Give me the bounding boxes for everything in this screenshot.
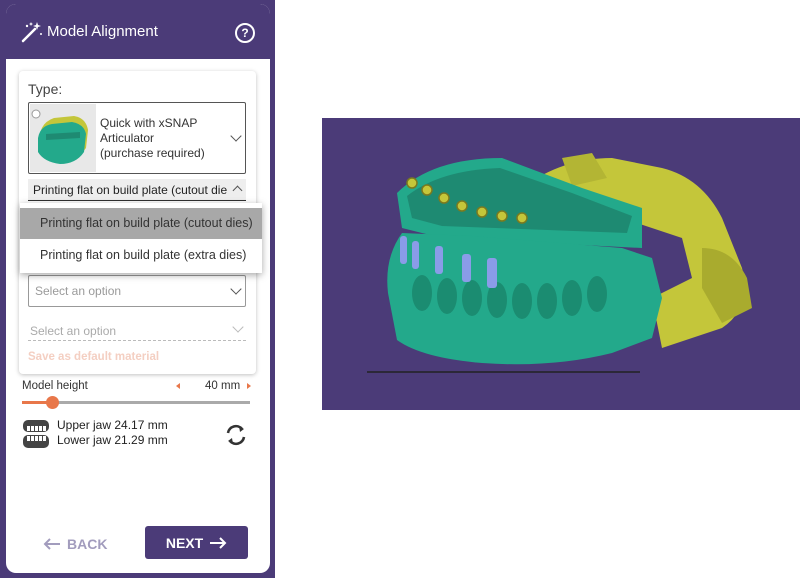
magic-wand-icon [21, 22, 42, 43]
decrease-height-icon[interactable] [176, 383, 180, 389]
articulator-thumbnail [30, 104, 96, 172]
method-select-value: Printing flat on build plate (cutout die… [33, 183, 227, 197]
jaw-info: Upper jaw 24.17 mm Lower jaw 21.29 mm [57, 418, 168, 448]
chevron-down-icon [232, 321, 244, 333]
back-button[interactable]: BACK [43, 530, 123, 558]
type-select[interactable]: Quick with xSNAP Articulator (purchase r… [28, 102, 246, 174]
method-dropdown-menu: Printing flat on build plate (cutout die… [20, 203, 262, 273]
alignment-panel: Model Alignment ? Type: Quick with xSNAP… [6, 4, 270, 573]
dropdown-option-extra-dies[interactable]: Printing flat on build plate (extra dies… [20, 240, 262, 271]
model-3d-viewport[interactable] [322, 118, 800, 410]
chevron-down-icon [230, 283, 242, 295]
arrow-left-icon [43, 538, 60, 550]
model-height-slider[interactable] [22, 396, 250, 409]
next-button[interactable]: NEXT [145, 526, 248, 559]
type-label: Type: [28, 81, 63, 97]
increase-height-icon[interactable] [247, 383, 251, 389]
material-select-2-placeholder: Select an option [30, 324, 117, 338]
chevron-up-icon [232, 185, 243, 196]
panel-header: Model Alignment ? [6, 4, 270, 59]
sync-icon[interactable] [223, 422, 249, 448]
back-button-label: BACK [67, 536, 108, 552]
model-height-label: Model height [22, 380, 88, 392]
next-button-label: NEXT [165, 534, 204, 551]
help-icon[interactable]: ? [235, 23, 255, 43]
slider-thumb[interactable] [45, 396, 59, 409]
page-title: Model Alignment [47, 23, 158, 40]
dental-model-render [367, 153, 752, 373]
arrow-right-icon [210, 536, 227, 549]
upper-jaw-height: Upper jaw 24.17 mm [57, 418, 168, 432]
chevron-down-icon [230, 130, 242, 142]
teeth-icon [23, 420, 49, 448]
lower-jaw-height: Lower jaw 21.29 mm [57, 433, 168, 447]
material-select-placeholder: Select an option [35, 284, 122, 298]
dropdown-option-cutout-dies[interactable]: Printing flat on build plate (cutout die… [20, 208, 262, 239]
model-height-value: 40 mm [205, 380, 241, 392]
save-default-material-link[interactable]: Save as default material [28, 351, 159, 363]
type-selected-label: Quick with xSNAP Articulator (purchase r… [100, 116, 205, 160]
method-select[interactable]: Printing flat on build plate (cutout die… [28, 179, 246, 201]
material-select[interactable]: Select an option [28, 275, 246, 307]
material-select-2[interactable]: Select an option [28, 319, 246, 341]
